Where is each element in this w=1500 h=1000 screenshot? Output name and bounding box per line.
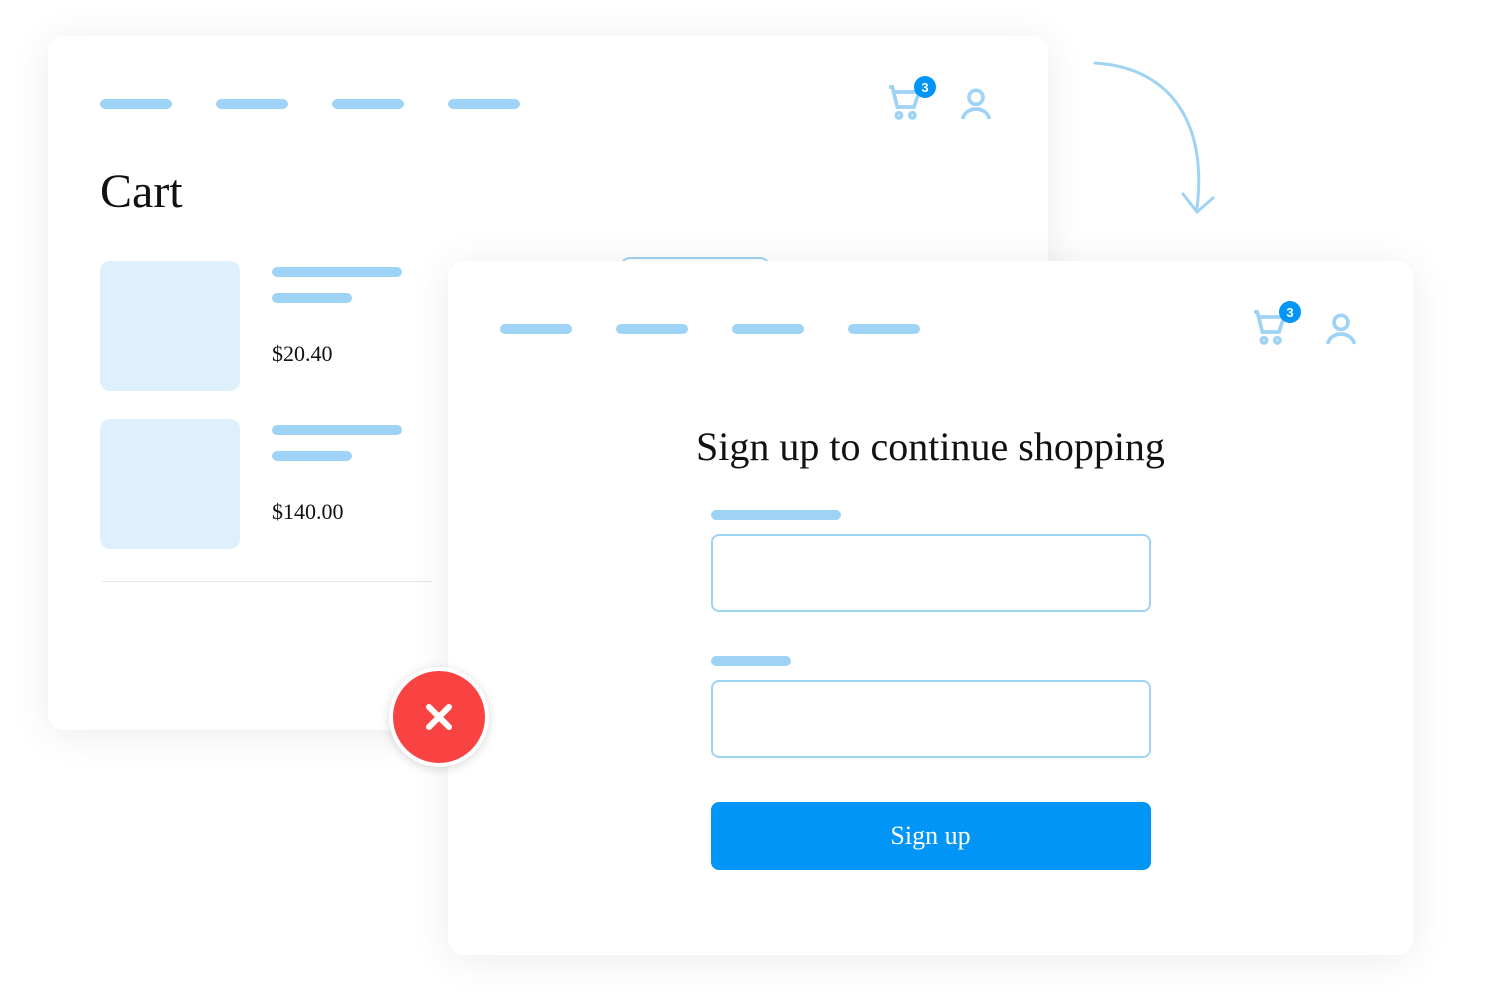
nav-item-placeholder[interactable] [616, 324, 688, 334]
nav-links-placeholder [500, 324, 920, 334]
cart-button[interactable]: 3 [884, 82, 928, 126]
signup-heading: Sign up to continue shopping [500, 423, 1361, 470]
signup-form: Sign up [711, 510, 1151, 870]
product-subtitle-placeholder [272, 451, 352, 461]
nav-icons: 3 [884, 82, 996, 126]
nav-item-placeholder[interactable] [448, 99, 520, 109]
product-meta: $20.40 [272, 261, 402, 367]
nav-item-placeholder[interactable] [500, 324, 572, 334]
user-icon[interactable] [1321, 309, 1361, 349]
product-meta: $140.00 [272, 419, 402, 525]
flow-arrow-icon [1085, 48, 1225, 233]
page-title: Cart [100, 164, 996, 219]
nav-item-placeholder[interactable] [100, 99, 172, 109]
product-subtitle-placeholder [272, 293, 352, 303]
nav-links-placeholder [100, 99, 520, 109]
unit-price: $20.40 [272, 341, 402, 367]
nav-item-placeholder[interactable] [216, 99, 288, 109]
close-icon [419, 697, 459, 737]
user-icon[interactable] [956, 84, 996, 124]
top-nav: 3 [100, 80, 996, 128]
product-thumbnail[interactable] [100, 261, 240, 391]
nav-item-placeholder[interactable] [332, 99, 404, 109]
divider [102, 581, 432, 582]
nav-item-placeholder[interactable] [848, 324, 920, 334]
product-title-placeholder [272, 267, 402, 277]
nav-item-placeholder[interactable] [732, 324, 804, 334]
error-indicator [389, 667, 489, 767]
cart-badge: 3 [1279, 301, 1301, 323]
signup-field-2[interactable] [711, 680, 1151, 758]
top-nav: 3 [500, 305, 1361, 353]
signup-button[interactable]: Sign up [711, 802, 1151, 870]
product-title-placeholder [272, 425, 402, 435]
cart-badge: 3 [914, 76, 936, 98]
cart-button[interactable]: 3 [1249, 307, 1293, 351]
signup-field-1[interactable] [711, 534, 1151, 612]
field-label-placeholder [711, 510, 841, 520]
signup-screen-card: 3 Sign up to continue shopping Sign up [448, 261, 1413, 955]
nav-icons: 3 [1249, 307, 1361, 351]
unit-price: $140.00 [272, 499, 402, 525]
product-thumbnail[interactable] [100, 419, 240, 549]
field-label-placeholder [711, 656, 791, 666]
